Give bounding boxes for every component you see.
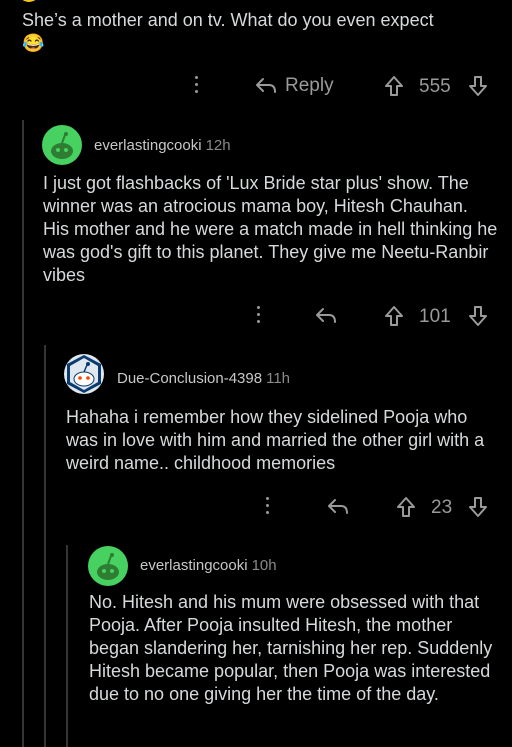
upvote-button[interactable]: [396, 494, 416, 520]
thread-line-level-2: [44, 345, 46, 747]
thread-line-level-3: [66, 545, 68, 747]
snoo-avatar-icon: [42, 125, 82, 165]
vote-count: 23: [431, 497, 453, 518]
downvote-button[interactable]: [468, 303, 488, 329]
downvote-button[interactable]: [468, 73, 488, 99]
more-options-icon[interactable]: [195, 76, 199, 97]
comment-age: 12h: [205, 137, 231, 154]
author-name[interactable]: everlastingcooki: [94, 137, 202, 154]
reply-icon: [327, 498, 349, 516]
upvote-button[interactable]: [384, 73, 404, 99]
comment-age: 10h: [251, 557, 277, 574]
downvote-icon: [468, 305, 488, 327]
upvote-button[interactable]: [384, 303, 404, 329]
upvote-icon: [384, 75, 404, 97]
reply-icon: [315, 307, 337, 325]
downvote-icon: [468, 75, 488, 97]
vote-count: 101: [419, 306, 451, 327]
avatar[interactable]: [42, 125, 82, 165]
comment-text: Hahaha i remember how they sidelined Poo…: [66, 407, 485, 473]
more-options-icon[interactable]: [266, 497, 270, 518]
reply-button[interactable]: [327, 493, 349, 521]
reply-label: Reply: [285, 75, 334, 96]
reply-button[interactable]: Reply: [255, 72, 334, 100]
more-options-icon[interactable]: [257, 306, 261, 327]
thread-line-level-1: [22, 120, 24, 747]
snoo-avatar-icon: [64, 354, 104, 394]
downvote-icon: [468, 496, 488, 518]
comment-author[interactable]: Due-Conclusion-4398 11h: [117, 370, 290, 387]
author-name[interactable]: Due-Conclusion-4398: [117, 370, 262, 387]
top-comment-avatar-partial: [18, 0, 40, 2]
comment-author[interactable]: everlastingcooki 10h: [140, 557, 277, 574]
vote-count: 555: [419, 76, 451, 97]
avatar[interactable]: [88, 546, 128, 586]
laughing-emoji: 😂: [22, 33, 45, 53]
downvote-button[interactable]: [468, 494, 488, 520]
avatar[interactable]: [64, 354, 104, 394]
author-name[interactable]: everlastingcooki: [140, 557, 248, 574]
comment-text: No. Hitesh and his mum were obsessed wit…: [89, 592, 493, 704]
top-comment-text: She’s a mother and on tv. What do you ev…: [22, 10, 434, 30]
reply-icon: [255, 77, 277, 95]
reply-button[interactable]: [315, 302, 337, 330]
comment-age: 11h: [266, 370, 291, 387]
upvote-icon: [396, 496, 416, 518]
upvote-icon: [384, 305, 404, 327]
snoo-avatar-icon: [88, 546, 128, 586]
comment-text: I just got flashbacks of 'Lux Bride star…: [43, 173, 498, 285]
comment-author[interactable]: everlastingcooki 12h: [94, 137, 231, 154]
